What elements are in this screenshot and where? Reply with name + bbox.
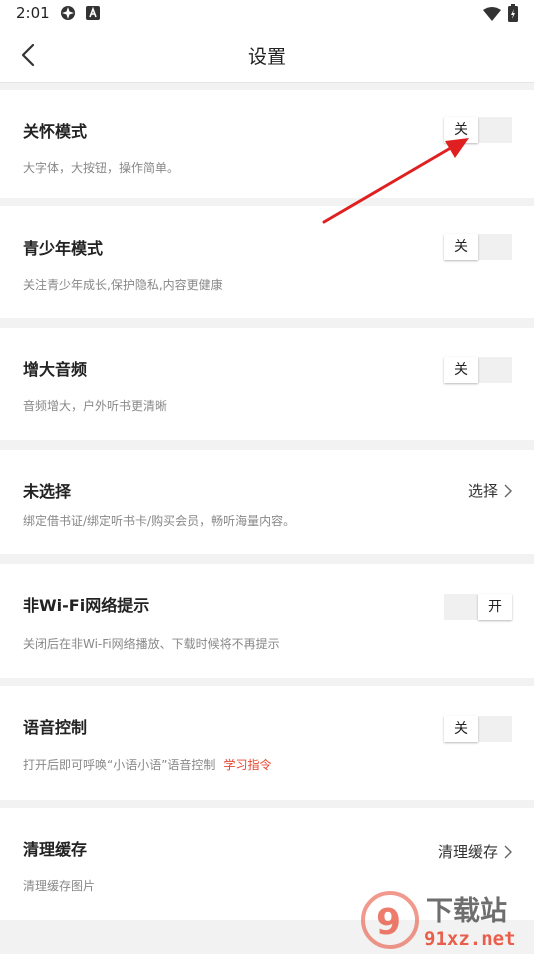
voice-control-toggle[interactable]: 关 [444,716,512,742]
setting-desc: 关闭后在非Wi-Fi网络播放、下载时候将不再提示 [23,637,280,651]
setting-desc: 打开后即可呼唤“小语小语”语音控制 学习指令 [23,756,271,773]
setting-title: 清理缓存 [23,840,88,859]
watermark-title: 下载站 [426,896,507,927]
setting-title: 关怀模式 [23,122,88,141]
setting-non-wifi-prompt: 非Wi-Fi网络提示 关闭后在非Wi-Fi网络播放、下载时候将不再提示 开 [0,564,534,678]
battery-icon [508,4,518,26]
page-title: 设置 [247,46,286,68]
setting-membership: 未选择 绑定借书证/绑定听书卡/购买会员，畅听海量内容。 选择 [0,450,534,554]
svg-text:9: 9 [376,902,401,943]
a-notification-icon [86,5,100,24]
setting-desc: 绑定借书证/绑定听书卡/购买会员，畅听海量内容。 [23,514,296,528]
chevron-right-icon [504,484,512,497]
wifi-icon [483,6,501,25]
setting-desc: 清理缓存图片 [23,879,96,893]
setting-care-mode: 关怀模式 大字体，大按钮，操作简单。 关 [0,90,534,198]
clear-cache-button[interactable]: 清理缓存 [438,841,512,862]
learn-commands-link[interactable]: 学习指令 [223,758,271,772]
setting-title: 非Wi-Fi网络提示 [23,596,150,615]
status-time: 2:01 [16,4,50,22]
setting-title: 语音控制 [23,718,88,737]
setting-desc: 音频增大，户外听书更清晰 [23,399,168,413]
watermark-logo: 9 下载站 91xz.net [360,888,534,950]
watermark-url: 91xz.net [424,928,516,950]
care-mode-toggle[interactable]: 关 [444,117,512,143]
boost-audio-toggle[interactable]: 关 [444,357,512,383]
select-membership-button[interactable]: 选择 [468,480,512,501]
toggle-knob: 关 [444,117,478,143]
setting-desc: 大字体，大按钮，操作简单。 [23,161,180,175]
setting-desc: 关注青少年成长,保护隐私,内容更健康 [23,278,223,292]
action-label: 清理缓存 [437,843,498,861]
action-label: 选择 [467,482,498,500]
toggle-knob: 开 [478,594,512,620]
teen-mode-toggle[interactable]: 关 [444,234,512,260]
app-notification-icon [60,5,76,25]
toggle-knob: 关 [444,234,478,260]
status-bar: 2:01 [0,0,534,28]
voice-desc-text: 打开后即可呼唤“小语小语”语音控制 [23,758,216,772]
setting-voice-control: 语音控制 打开后即可呼唤“小语小语”语音控制 学习指令 关 [0,686,534,800]
toggle-knob: 关 [444,716,478,742]
setting-boost-audio: 增大音频 音频增大，户外听书更清晰 关 [0,328,534,440]
setting-teen-mode: 青少年模式 关注青少年成长,保护隐私,内容更健康 关 [0,206,534,318]
chevron-right-icon [504,845,512,858]
setting-title: 青少年模式 [23,239,104,258]
setting-title: 未选择 [23,482,72,501]
setting-title: 增大音频 [23,360,88,379]
non-wifi-toggle[interactable]: 开 [444,594,512,620]
app-header: 设置 [0,28,534,83]
toggle-knob: 关 [444,357,478,383]
